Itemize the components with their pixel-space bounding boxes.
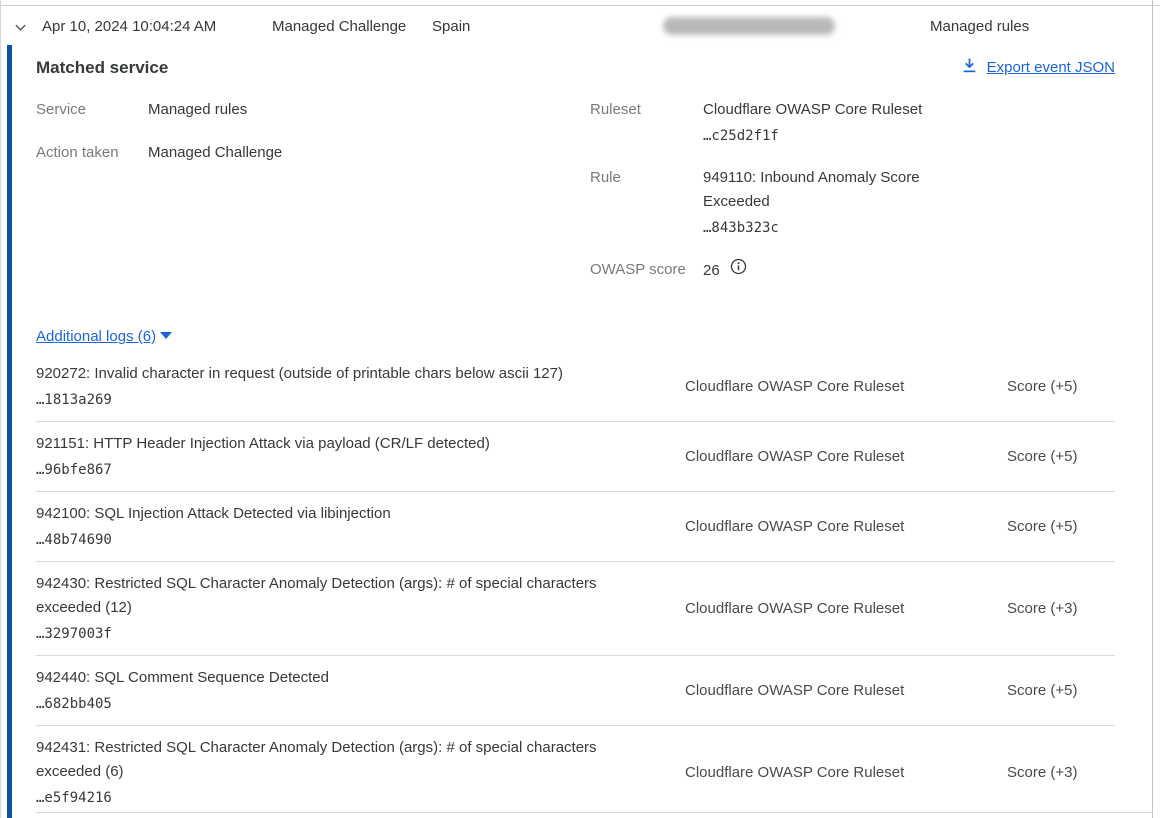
- log-description-block: 942430: Restricted SQL Character Anomaly…: [36, 572, 626, 645]
- rule-field: Rule 949110: Inbound Anomaly Score Excee…: [590, 166, 1115, 239]
- service-label: Service: [36, 98, 148, 122]
- action-taken-value: Managed Challenge: [148, 141, 282, 165]
- log-description: 942100: SQL Injection Attack Detected vi…: [36, 502, 626, 526]
- owasp-score-value: 26: [703, 259, 720, 283]
- log-ruleset: Cloudflare OWASP Core Ruleset: [685, 764, 1007, 781]
- detail-grid: Service Managed rules Action taken Manag…: [36, 98, 1115, 302]
- log-ruleset: Cloudflare OWASP Core Ruleset: [685, 378, 1007, 395]
- log-id-hash: …682bb405: [36, 693, 626, 715]
- info-icon[interactable]: [730, 258, 747, 283]
- ruleset-value: Cloudflare OWASP Core Ruleset …c25d2f1f: [703, 98, 953, 147]
- log-row: 942100: SQL Injection Attack Detected vi…: [36, 492, 1115, 562]
- panel-title: Matched service: [36, 58, 168, 78]
- log-row: 942440: SQL Comment Sequence Detected …6…: [36, 656, 1115, 726]
- log-score: Score (+5): [1007, 682, 1115, 699]
- rule-label: Rule: [590, 166, 703, 239]
- log-score: Score (+5): [1007, 448, 1115, 465]
- action-taken-field: Action taken Managed Challenge: [36, 141, 590, 165]
- log-description: 942430: Restricted SQL Character Anomaly…: [36, 572, 626, 620]
- next-row-top-border: [36, 812, 1153, 813]
- log-score: Score (+5): [1007, 378, 1115, 395]
- log-id-hash: …3297003f: [36, 623, 626, 645]
- caret-down-icon: [159, 328, 173, 345]
- additional-logs-list: 920272: Invalid character in request (ou…: [36, 352, 1115, 818]
- log-score: Score (+5): [1007, 518, 1115, 535]
- log-description-block: 921151: HTTP Header Injection Attack via…: [36, 432, 626, 481]
- detail-column-right: Ruleset Cloudflare OWASP Core Ruleset …c…: [590, 98, 1115, 302]
- log-description-block: 942431: Restricted SQL Character Anomaly…: [36, 736, 626, 809]
- log-description-block: 942100: SQL Injection Attack Detected vi…: [36, 502, 626, 551]
- event-row-header: Apr 10, 2024 10:04:24 AM Managed Challen…: [0, 0, 1152, 45]
- event-country: Spain: [432, 18, 470, 35]
- event-action: Managed Challenge: [272, 18, 406, 35]
- detail-column-left: Service Managed rules Action taken Manag…: [36, 98, 590, 302]
- log-id-hash: …96bfe867: [36, 459, 626, 481]
- additional-logs-toggle[interactable]: Additional logs (6): [36, 328, 173, 345]
- log-description: 942431: Restricted SQL Character Anomaly…: [36, 736, 626, 784]
- log-row: 942431: Restricted SQL Character Anomaly…: [36, 726, 1115, 818]
- log-ruleset: Cloudflare OWASP Core Ruleset: [685, 600, 1007, 617]
- log-score: Score (+3): [1007, 600, 1115, 617]
- event-service: Managed rules: [930, 18, 1029, 35]
- download-icon: [961, 57, 978, 78]
- log-score: Score (+3): [1007, 764, 1115, 781]
- log-row: 942430: Restricted SQL Character Anomaly…: [36, 562, 1115, 656]
- owasp-score-value-wrap: 26: [703, 258, 953, 283]
- export-event-json-link[interactable]: Export event JSON: [961, 57, 1115, 78]
- firewall-event-expanded-row: Apr 10, 2024 10:04:24 AM Managed Challen…: [0, 0, 1160, 818]
- log-description-block: 920272: Invalid character in request (ou…: [36, 362, 626, 411]
- log-id-hash: …1813a269: [36, 389, 626, 411]
- log-id-hash: …e5f94216: [36, 787, 626, 809]
- panel-header: Matched service Export event JSON: [36, 57, 1115, 78]
- action-taken-label: Action taken: [36, 141, 148, 165]
- event-detail-panel: Matched service Export event JSON Servic…: [0, 45, 1153, 812]
- log-row: 921151: HTTP Header Injection Attack via…: [36, 422, 1115, 492]
- rule-name: 949110: Inbound Anomaly Score Exceeded: [703, 166, 953, 214]
- owasp-score-field: OWASP score 26: [590, 258, 1115, 283]
- ruleset-label: Ruleset: [590, 98, 703, 147]
- rule-value: 949110: Inbound Anomaly Score Exceeded ……: [703, 166, 953, 239]
- service-value: Managed rules: [148, 98, 247, 122]
- log-ruleset: Cloudflare OWASP Core Ruleset: [685, 518, 1007, 535]
- log-description: 920272: Invalid character in request (ou…: [36, 362, 626, 386]
- ruleset-field: Ruleset Cloudflare OWASP Core Ruleset …c…: [590, 98, 1115, 147]
- log-description-block: 942440: SQL Comment Sequence Detected …6…: [36, 666, 626, 715]
- rule-id-hash: …843b323c: [703, 217, 953, 239]
- export-event-json-label: Export event JSON: [987, 59, 1115, 76]
- log-id-hash: …48b74690: [36, 529, 626, 551]
- log-ruleset: Cloudflare OWASP Core Ruleset: [685, 682, 1007, 699]
- owasp-score-label: OWASP score: [590, 258, 703, 283]
- ruleset-name: Cloudflare OWASP Core Ruleset: [703, 98, 953, 122]
- log-ruleset: Cloudflare OWASP Core Ruleset: [685, 448, 1007, 465]
- additional-logs-label: Additional logs (6): [36, 328, 156, 345]
- log-row: 920272: Invalid character in request (ou…: [36, 352, 1115, 422]
- log-description: 921151: HTTP Header Injection Attack via…: [36, 432, 626, 456]
- chevron-down-icon[interactable]: [13, 20, 28, 39]
- service-field: Service Managed rules: [36, 98, 590, 122]
- log-description: 942440: SQL Comment Sequence Detected: [36, 666, 626, 690]
- ruleset-id-hash: …c25d2f1f: [703, 125, 953, 147]
- event-timestamp: Apr 10, 2024 10:04:24 AM: [42, 18, 216, 35]
- redacted-field: [663, 17, 835, 35]
